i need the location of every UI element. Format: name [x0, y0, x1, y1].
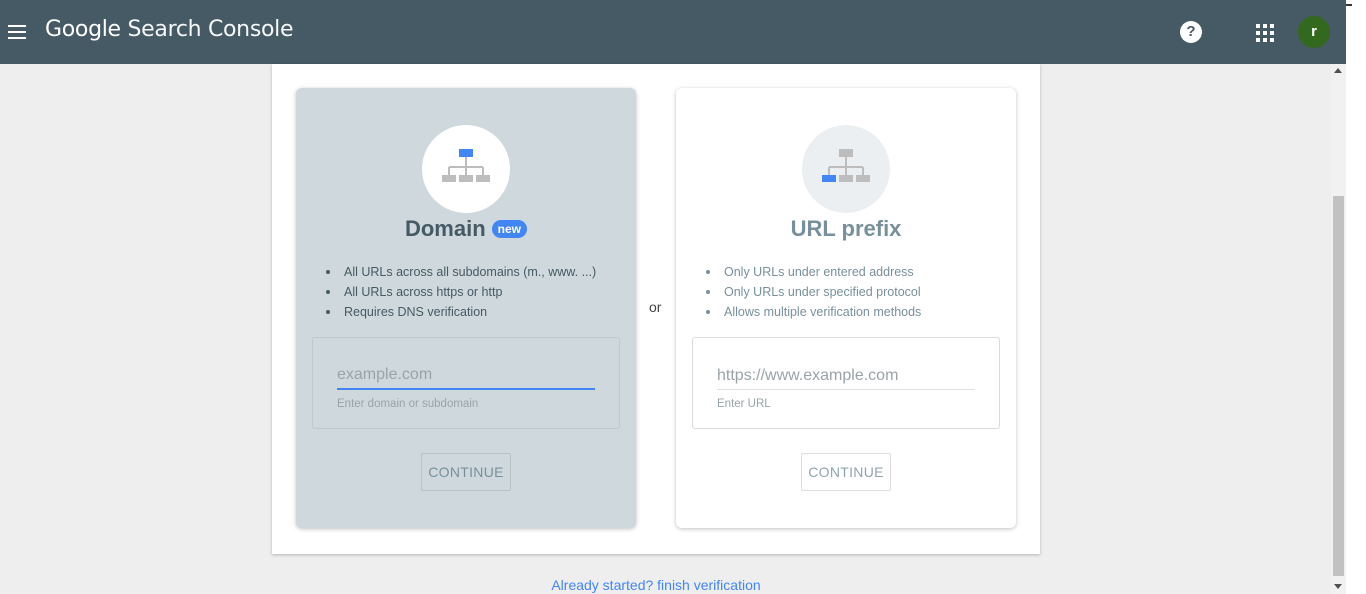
apps-grid-icon[interactable]	[1256, 24, 1274, 42]
domain-card[interactable]: Domain new All URLs across all subdomains…	[296, 88, 636, 528]
domain-feature-list: All URLs across all subdomains (m., www.…	[326, 263, 596, 323]
help-icon[interactable]: ?	[1180, 21, 1202, 43]
url-input[interactable]	[717, 362, 975, 390]
domain-input-container: Enter domain or subdomain	[312, 337, 620, 429]
url-prefix-continue-button[interactable]: CONTINUE	[801, 453, 891, 491]
page-scrollbar[interactable]	[1331, 64, 1346, 594]
window-edge	[1346, 0, 1366, 594]
product-logo[interactable]: Google Search Console	[45, 17, 294, 42]
new-badge: new	[491, 220, 528, 238]
prefix-icon-circle	[802, 125, 890, 213]
menu-icon[interactable]	[5, 19, 29, 45]
url-input-hint: Enter URL	[717, 398, 771, 410]
domain-continue-button[interactable]: CONTINUE	[421, 453, 511, 491]
or-separator: or	[649, 299, 662, 315]
domain-title: Domain new	[296, 216, 636, 242]
domain-title-text: Domain	[404, 216, 486, 241]
scrollbar-thumb[interactable]	[1333, 196, 1344, 576]
sitemap-icon	[442, 149, 490, 182]
url-prefix-card[interactable]: URL prefix Only URLs under entered addre…	[676, 88, 1016, 528]
list-item: Allows multiple verification methods	[706, 303, 921, 323]
domain-input[interactable]	[337, 362, 595, 390]
edge-mark	[1346, 4, 1352, 6]
app-bar: Google Search Console ? r	[0, 0, 1366, 64]
scroll-up-arrow-icon[interactable]	[1334, 68, 1342, 73]
prefix-feature-list: Only URLs under entered address Only URL…	[706, 263, 921, 323]
list-item: All URLs across https or http	[326, 283, 596, 303]
brand-google: Google	[45, 17, 121, 42]
list-item: Only URLs under entered address	[706, 263, 921, 283]
brand-product: Search Console	[127, 17, 294, 42]
list-item: Requires DNS verification	[326, 303, 596, 323]
scroll-down-arrow-icon[interactable]	[1334, 584, 1342, 589]
url-prefix-title: URL prefix	[790, 216, 902, 241]
avatar[interactable]: r	[1298, 16, 1330, 48]
domain-input-hint: Enter domain or subdomain	[337, 398, 479, 410]
url-input-container: Enter URL	[692, 337, 1000, 429]
list-item: All URLs across all subdomains (m., www.…	[326, 263, 596, 283]
sitemap-icon	[822, 149, 870, 182]
list-item: Only URLs under specified protocol	[706, 283, 921, 303]
finish-verification-link[interactable]: Already started? finish verification	[0, 577, 1312, 593]
domain-icon-circle	[422, 125, 510, 213]
property-type-dialog: Domain new All URLs across all subdomains…	[272, 64, 1040, 554]
